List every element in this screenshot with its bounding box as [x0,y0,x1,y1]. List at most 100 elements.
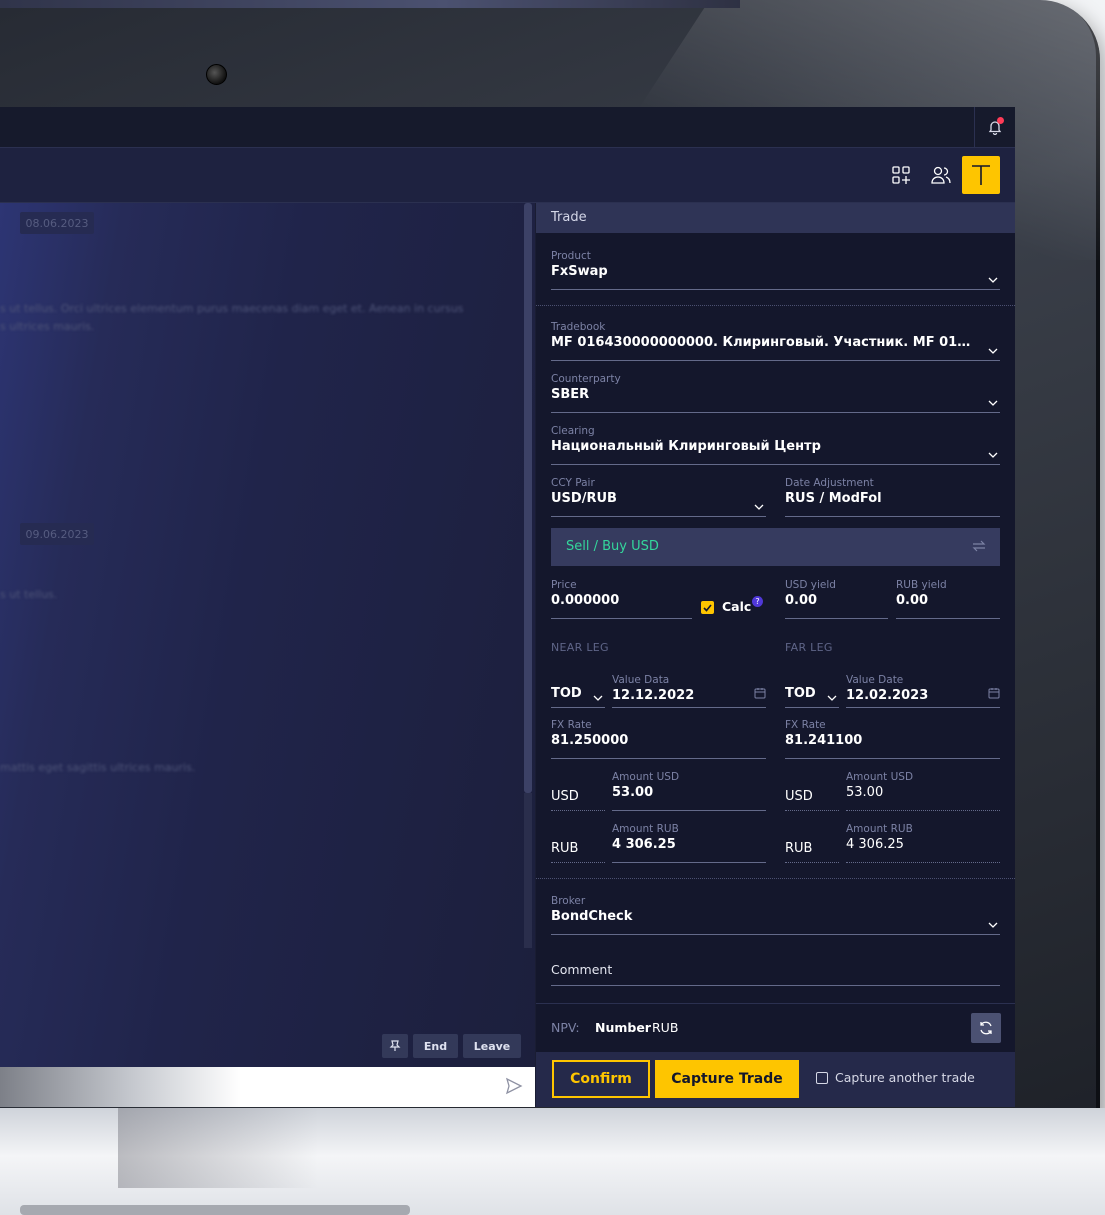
rub-yield-value: 0.00 [896,593,929,608]
far-leg-title: FAR LEG [785,641,833,654]
chat-area: 08.06.2023 s ut tellus. Orci ultrices el… [0,203,535,1107]
help-icon[interactable]: ? [752,596,763,607]
counterparty-value: SBER [551,387,590,402]
usd-yield-value: 0.00 [785,593,818,608]
clearing-label: Clearing [551,425,595,437]
npv-row: NPV: Number RUB [536,1003,1015,1052]
chat-scroll-track [524,793,532,948]
pin-icon [389,1040,401,1051]
clearing-select[interactable]: Clearing Национальный Клиринговый Центр [551,424,1000,465]
end-button[interactable]: End [413,1034,458,1058]
near-amount-rub: 4 306.25 [612,837,676,852]
date-chip: 09.06.2023 [20,523,94,545]
message-input[interactable] [0,1067,535,1107]
near-usd-ccy: USD [551,789,579,804]
rub-yield-input[interactable]: RUB yield 0.00 [896,578,1000,619]
ccy-pair-label: CCY Pair [551,477,595,489]
check-icon [703,603,712,612]
notification-badge [997,117,1004,124]
near-fx-rate-input[interactable]: FX Rate 81.250000 [551,718,766,759]
chat-message: s ut tellus. Orci ultrices elementum pur… [0,302,464,315]
capture-another-label: Capture another trade [835,1070,975,1085]
chevron-down-icon [988,452,998,458]
near-amount-rub-input[interactable]: Amount RUB 4 306.25 [612,822,766,863]
laptop-top-edge [0,0,740,8]
date-adjustment-field[interactable]: Date Adjustment RUS / ModFol [785,476,1000,517]
far-fx-rate: 81.241100 [785,733,863,748]
tradebook-label: Tradebook [551,321,606,333]
near-tenor-select[interactable]: TOD [551,673,605,708]
notifications-button[interactable] [974,107,1015,147]
divider [536,878,1015,879]
trade-panel: Trade Product FxSwap Tradebook MF 016430… [536,203,1015,1107]
calc-checkbox[interactable] [701,601,714,614]
chevron-down-icon [754,504,764,510]
near-amount-usd-input[interactable]: Amount USD 53.00 [612,770,766,811]
price-input[interactable]: Price 0.000000 [551,578,692,619]
counterparty-select[interactable]: Counterparty SBER [551,372,1000,413]
far-amount-usd-label: Amount USD [846,771,914,783]
tradebook-value: MF 016430000000000. Клиринговый. Участни… [551,335,1000,350]
far-fx-rate-input[interactable]: FX Rate 81.241100 [785,718,1000,759]
ccy-pair-select[interactable]: CCY Pair USD/RUB [551,476,766,517]
direction-label: Sell / Buy USD [566,539,659,554]
broker-label: Broker [551,895,586,907]
near-amount-usd: 53.00 [612,785,654,800]
top-bar [0,107,1015,148]
far-fx-rate-label: FX Rate [785,719,826,731]
app-screen: 08.06.2023 s ut tellus. Orci ultrices el… [0,107,1015,1107]
confirm-button[interactable]: Confirm [552,1060,650,1098]
calendar-icon[interactable] [988,687,1000,699]
chevron-down-icon [988,348,998,354]
toolbar [0,148,1015,203]
price-value: 0.000000 [551,593,620,608]
far-tenor-select[interactable]: TOD [785,673,839,708]
far-amount-rub: 4 306.25 [846,837,904,852]
far-value-date: 12.02.2023 [846,688,929,703]
date-adjustment-label: Date Adjustment [785,477,874,489]
near-usd-ccy-field: USD [551,779,605,811]
comment-input[interactable]: Comment [551,961,1000,986]
users-icon [931,166,951,184]
chevron-down-icon [988,922,998,928]
usd-yield-label: USD yield [785,579,836,591]
product-select[interactable]: Product FxSwap [551,249,1000,290]
capture-trade-button[interactable]: Capture Trade [655,1060,799,1098]
laptop-base-edge [20,1205,410,1215]
comment-label: Comment [551,962,613,977]
near-amount-usd-label: Amount USD [612,771,680,783]
product-value: FxSwap [551,264,608,279]
near-value-date-label: Value Data [612,674,670,686]
panel-title: Trade [536,203,1015,233]
capture-another-checkbox[interactable] [816,1072,828,1084]
swap-icon [972,540,986,552]
refresh-npv-button[interactable] [971,1013,1001,1043]
product-label: Product [551,250,591,262]
tradebook-select[interactable]: Tradebook MF 016430000000000. Клиринговы… [551,320,1000,361]
trade-ticket-button[interactable] [962,156,1000,194]
near-fx-rate-label: FX Rate [551,719,592,731]
usd-yield-input[interactable]: USD yield 0.00 [785,578,888,619]
add-widget-button[interactable] [886,160,916,190]
far-usd-ccy-field: USD [785,779,839,811]
panel-footer: Confirm Capture Trade Capture another tr… [536,1052,1015,1107]
chat-scrollbar[interactable] [524,203,532,793]
send-icon[interactable] [505,1077,523,1095]
webcam [206,64,227,85]
far-value-date-input[interactable]: Value Date 12.02.2023 [846,673,1000,708]
calendar-icon[interactable] [754,687,766,699]
ccy-pair-value: USD/RUB [551,491,617,506]
near-rub-ccy-field: RUB [551,831,605,863]
leave-button[interactable]: Leave [463,1034,521,1058]
date-chip: 08.06.2023 [20,212,94,234]
near-fx-rate: 81.250000 [551,733,629,748]
pin-button[interactable] [382,1034,408,1058]
direction-toggle[interactable]: Sell / Buy USD [551,528,1000,566]
broker-select[interactable]: Broker BondCheck [551,894,1000,935]
far-rub-ccy: RUB [785,841,813,856]
users-button[interactable] [926,160,956,190]
near-amount-rub-label: Amount RUB [612,823,679,835]
price-label: Price [551,579,577,591]
near-value-date-input[interactable]: Value Data 12.12.2022 [612,673,766,708]
calc-label: Calc [722,599,752,614]
